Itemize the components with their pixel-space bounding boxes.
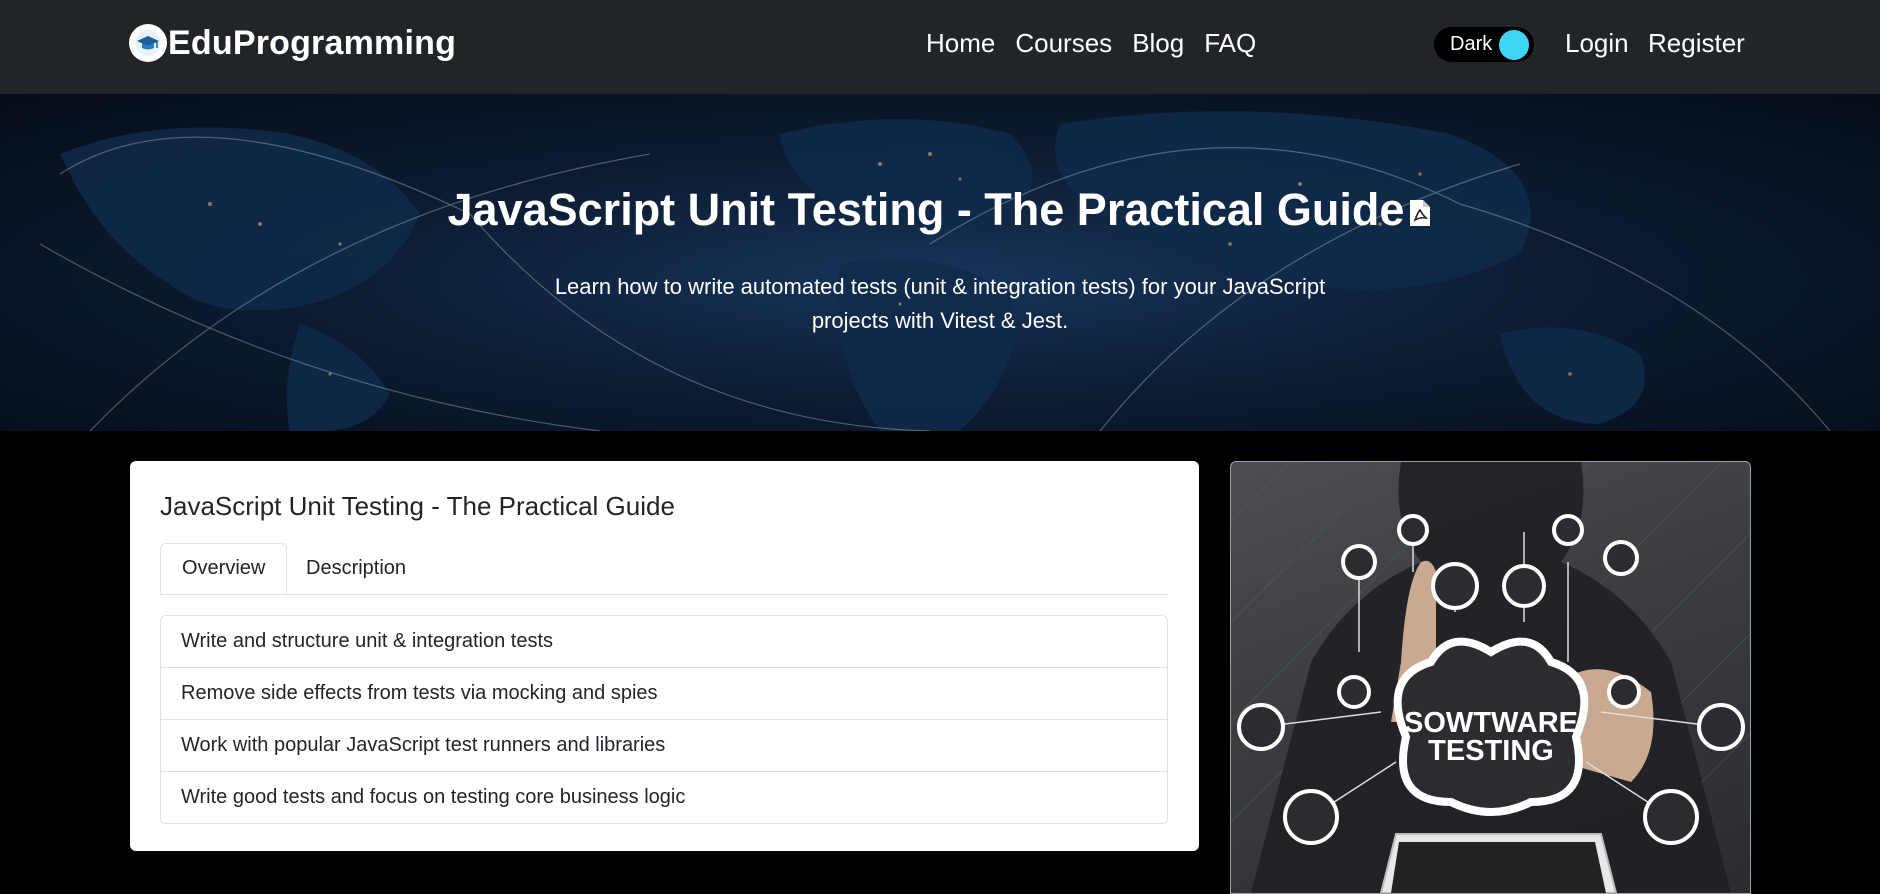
list-item: Work with popular JavaScript test runner…: [161, 720, 1167, 772]
main-nav: Home Courses Blog FAQ: [926, 28, 1276, 59]
course-image: SOWTWARE TESTING: [1230, 461, 1751, 894]
register-link[interactable]: Register: [1648, 28, 1745, 59]
tab-description[interactable]: Description: [285, 543, 427, 594]
navbar: EduProgramming Home Courses Blog FAQ Dar…: [0, 0, 1880, 94]
list-item: Write good tests and focus on testing co…: [181, 786, 686, 808]
list-item: Remove side effects from tests via mocki…: [161, 668, 1167, 720]
pdf-file-icon[interactable]: [1408, 187, 1432, 239]
list-item: Write and structure unit & integration t…: [161, 616, 1167, 668]
brand-link[interactable]: EduProgramming: [129, 23, 456, 63]
nav-courses[interactable]: Courses: [1015, 28, 1112, 59]
tab-overview[interactable]: Overview: [160, 543, 288, 594]
nav-faq[interactable]: FAQ: [1204, 28, 1256, 59]
toggle-label: Dark: [1450, 33, 1493, 55]
login-link[interactable]: Login: [1565, 28, 1629, 59]
brand-name: EduProgramming: [168, 23, 457, 62]
software-testing-illustration: SOWTWARE TESTING: [1231, 462, 1750, 893]
nav-blog[interactable]: Blog: [1132, 28, 1184, 59]
hero-banner: JavaScript Unit Testing - The Practical …: [0, 94, 1880, 431]
image-text-line2: TESTING: [1428, 735, 1554, 767]
course-tabs: Overview Description: [160, 543, 1168, 595]
nav-home[interactable]: Home: [926, 28, 995, 59]
course-card: JavaScript Unit Testing - The Practical …: [130, 461, 1199, 851]
graduation-cap-logo-icon: [129, 24, 167, 62]
course-title: JavaScript Unit Testing - The Practical …: [447, 184, 1405, 235]
hero-title-wrap: JavaScript Unit Testing - The Practical …: [0, 184, 1880, 239]
card-title: JavaScript Unit Testing - The Practical …: [160, 491, 675, 521]
world-map-background: [39, 111, 1831, 431]
dark-mode-toggle[interactable]: Dark: [1434, 27, 1534, 62]
toggle-knob: [1499, 30, 1529, 60]
course-subtitle: Learn how to write automated tests (unit…: [554, 274, 1326, 333]
overview-list: Write and structure unit & integration t…: [160, 615, 1168, 824]
